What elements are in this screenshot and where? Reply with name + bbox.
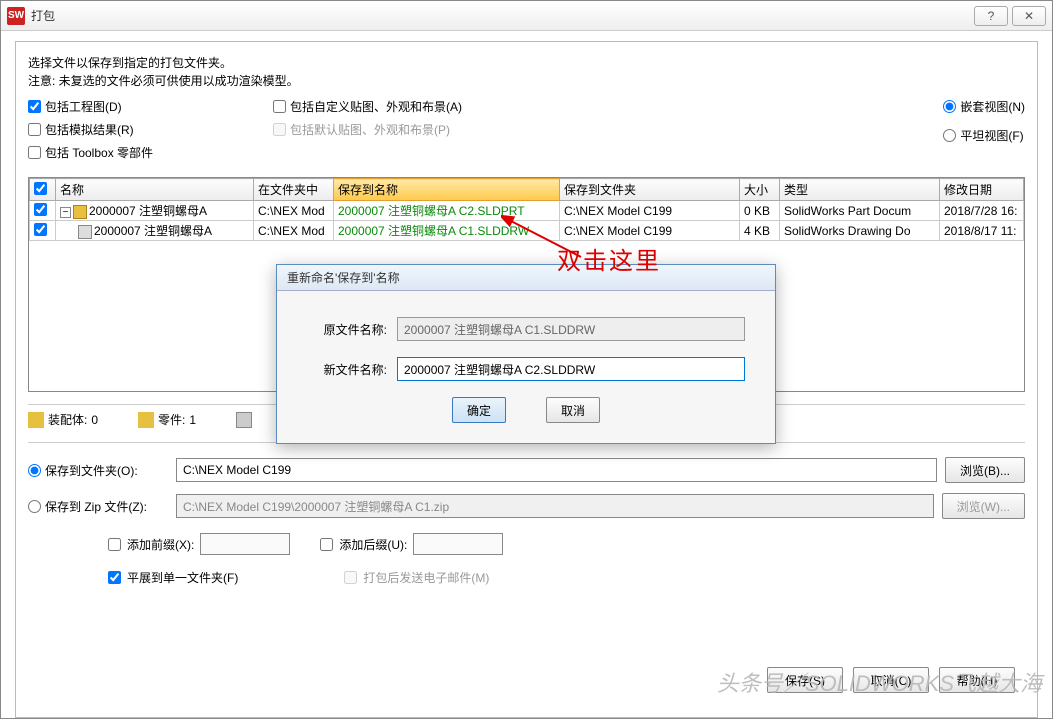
dialog-cancel-button[interactable]: 取消	[546, 397, 600, 423]
prefix-input	[200, 533, 290, 555]
app-icon: SW	[7, 7, 25, 25]
browse-zip-button: 浏览(W)...	[942, 493, 1025, 519]
col-size[interactable]: 大小	[740, 179, 780, 201]
titlebar: SW 打包 ? ✕	[1, 1, 1052, 31]
dialog-title: 重新命名'保存到'名称	[277, 265, 775, 291]
save-name-cell[interactable]: 2000007 注塑铜螺母A C1.SLDDRW	[338, 224, 529, 238]
drawing-file-icon	[78, 225, 92, 239]
flat-view-radio[interactable]: 平坦视图(F)	[943, 127, 1023, 144]
description: 选择文件以保存到指定的打包文件夹。 注意: 未复选的文件必须可供使用以成功渲染模…	[28, 54, 1025, 90]
include-decals-checkbox[interactable]: 包括自定义贴图、外观和布景(A)	[273, 98, 943, 115]
table-header-row: 名称 在文件夹中 保存到名称 保存到文件夹 大小 类型 修改日期	[30, 179, 1024, 201]
save-folder-row: 保存到文件夹(O): 浏览(B)...	[28, 457, 1025, 483]
row-checkbox[interactable]	[34, 223, 47, 236]
row-checkbox[interactable]	[34, 203, 47, 216]
rename-dialog: 重新命名'保存到'名称 原文件名称: 新文件名称: 确定 取消	[276, 264, 776, 444]
include-toolbox-checkbox[interactable]: 包括 Toolbox 零部件	[28, 144, 273, 161]
col-folder[interactable]: 在文件夹中	[254, 179, 334, 201]
part-icon	[138, 412, 154, 428]
suffix-input	[413, 533, 503, 555]
col-type[interactable]: 类型	[780, 179, 940, 201]
desc-line1: 选择文件以保存到指定的打包文件夹。	[28, 54, 1025, 72]
orig-name-label: 原文件名称:	[307, 321, 397, 338]
table-row[interactable]: 2000007 注塑铜螺母A C:\NEX Mod 2000007 注塑铜螺母A…	[30, 221, 1024, 241]
help-button-icon[interactable]: ?	[974, 6, 1008, 26]
col-name[interactable]: 名称	[56, 179, 254, 201]
col-save-folder[interactable]: 保存到文件夹	[560, 179, 740, 201]
new-name-label: 新文件名称:	[307, 361, 397, 378]
table-row[interactable]: −2000007 注塑铜螺母A C:\NEX Mod 2000007 注塑铜螺母…	[30, 201, 1024, 221]
prefix-checkbox[interactable]	[108, 538, 121, 551]
email-checkbox	[344, 571, 357, 584]
save-name-cell[interactable]: 2000007 注塑铜螺母A C2.SLDPRT	[338, 204, 525, 218]
include-default-decals-checkbox: 包括默认贴图、外观和布景(P)	[273, 121, 943, 138]
include-sim-checkbox[interactable]: 包括模拟结果(R)	[28, 121, 273, 138]
nested-view-radio[interactable]: 嵌套视图(N)	[943, 98, 1025, 115]
part-file-icon	[73, 205, 87, 219]
browse-folder-button[interactable]: 浏览(B)...	[945, 457, 1025, 483]
suffix-checkbox[interactable]	[320, 538, 333, 551]
col-check[interactable]	[30, 179, 56, 201]
drawing-icon	[236, 412, 252, 428]
main-window: SW 打包 ? ✕ 选择文件以保存到指定的打包文件夹。 注意: 未复选的文件必须…	[0, 0, 1053, 719]
save-zip-input	[176, 494, 934, 518]
new-name-field[interactable]	[397, 357, 745, 381]
flatten-checkbox[interactable]	[108, 571, 121, 584]
save-zip-row: 保存到 Zip 文件(Z): 浏览(W)...	[28, 493, 1025, 519]
assembly-icon	[28, 412, 44, 428]
save-folder-input[interactable]	[176, 458, 937, 482]
desc-line2: 注意: 未复选的文件必须可供使用以成功渲染模型。	[28, 72, 1025, 90]
col-date[interactable]: 修改日期	[940, 179, 1024, 201]
watermark: 头条号／SOLIDWORKS飞越大海	[717, 666, 1042, 698]
tree-collapse-icon[interactable]: −	[60, 207, 71, 218]
save-zip-radio[interactable]	[28, 500, 41, 513]
save-folder-radio[interactable]	[28, 464, 41, 477]
include-drawings-checkbox[interactable]: 包括工程图(D)	[28, 98, 273, 115]
dialog-ok-button[interactable]: 确定	[452, 397, 506, 423]
window-title: 打包	[31, 7, 974, 24]
col-save-name[interactable]: 保存到名称	[334, 179, 560, 201]
close-button-icon[interactable]: ✕	[1012, 6, 1046, 26]
orig-name-field	[397, 317, 745, 341]
